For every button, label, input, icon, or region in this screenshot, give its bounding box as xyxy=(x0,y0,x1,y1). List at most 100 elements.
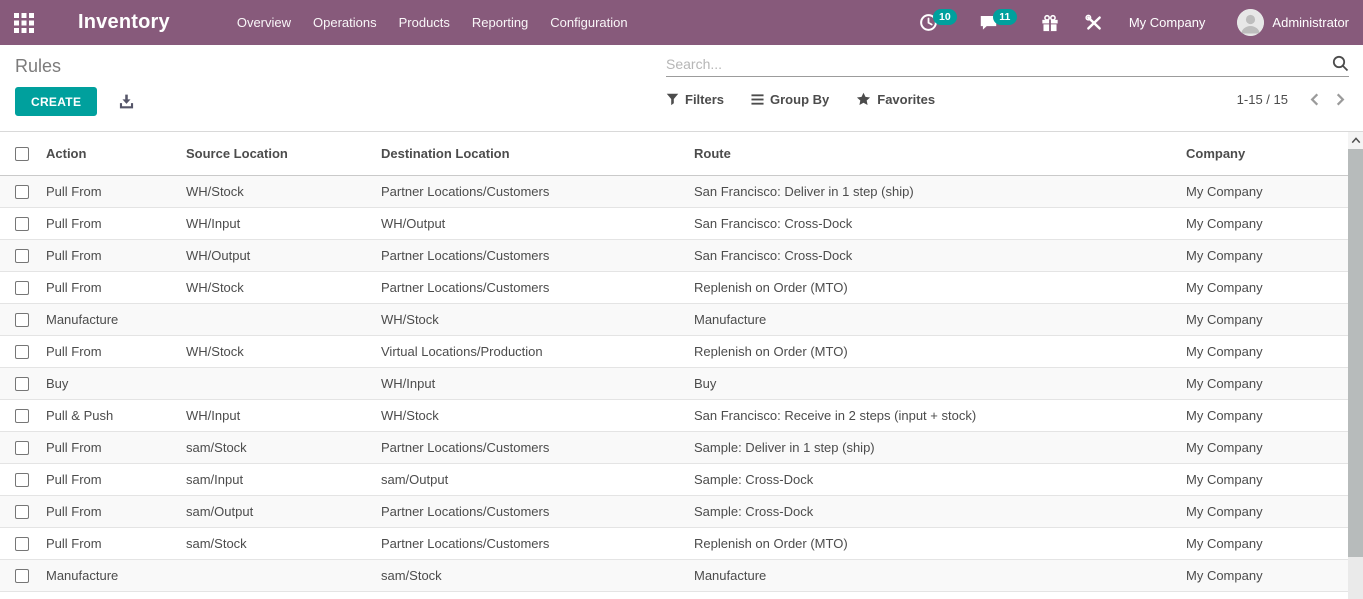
cell-source[interactable]: sam/Output xyxy=(180,495,375,527)
cell-source[interactable]: WH/Input xyxy=(180,207,375,239)
pager-previous-button[interactable] xyxy=(1306,90,1323,109)
table-row[interactable]: Pull From sam/Stock Partner Locations/Cu… xyxy=(0,527,1348,559)
cell-action[interactable]: Pull & Push xyxy=(40,399,180,431)
cell-action[interactable]: Pull From xyxy=(40,239,180,271)
cell-route[interactable]: Replenish on Order (MTO) xyxy=(688,335,1180,367)
cell-company[interactable]: My Company xyxy=(1180,335,1348,367)
row-checkbox[interactable] xyxy=(15,569,29,583)
cell-company[interactable]: My Company xyxy=(1180,207,1348,239)
messages-button[interactable]: 11 xyxy=(973,9,1023,36)
export-button[interactable] xyxy=(118,93,135,110)
favorites-button[interactable]: Favorites xyxy=(856,92,935,107)
cell-action[interactable]: Pull From xyxy=(40,527,180,559)
table-row[interactable]: Pull From WH/Stock Partner Locations/Cus… xyxy=(0,271,1348,303)
cell-source[interactable]: WH/Input xyxy=(180,399,375,431)
cell-destination[interactable]: Virtual Locations/Production xyxy=(375,335,688,367)
row-checkbox[interactable] xyxy=(15,473,29,487)
rewards-button[interactable] xyxy=(1033,10,1067,36)
cell-destination[interactable]: Partner Locations/Customers xyxy=(375,239,688,271)
cell-action[interactable]: Pull From xyxy=(40,175,180,207)
cell-action[interactable]: Pull From xyxy=(40,463,180,495)
cell-source[interactable] xyxy=(180,559,375,591)
row-checkbox[interactable] xyxy=(15,505,29,519)
cell-action[interactable]: Pull From xyxy=(40,207,180,239)
cell-action[interactable]: Pull From xyxy=(40,335,180,367)
cell-action[interactable]: Pull From xyxy=(40,271,180,303)
nav-item-products[interactable]: Products xyxy=(388,0,461,45)
cell-route[interactable]: Manufacture xyxy=(688,303,1180,335)
row-checkbox[interactable] xyxy=(15,249,29,263)
nav-item-reporting[interactable]: Reporting xyxy=(461,0,539,45)
cell-route[interactable]: San Francisco: Receive in 2 steps (input… xyxy=(688,399,1180,431)
tools-button[interactable] xyxy=(1077,10,1111,36)
cell-destination[interactable]: Partner Locations/Customers xyxy=(375,495,688,527)
table-row[interactable]: Pull From sam/Input sam/Output Sample: C… xyxy=(0,463,1348,495)
column-header-company[interactable]: Company xyxy=(1180,132,1348,175)
cell-destination[interactable]: sam/Output xyxy=(375,463,688,495)
cell-destination[interactable]: WH/Output xyxy=(375,207,688,239)
cell-route[interactable]: Buy xyxy=(688,367,1180,399)
table-row[interactable]: Pull From sam/Stock Partner Locations/Cu… xyxy=(0,431,1348,463)
row-checkbox[interactable] xyxy=(15,185,29,199)
cell-source[interactable]: sam/Input xyxy=(180,463,375,495)
cell-company[interactable]: My Company xyxy=(1180,303,1348,335)
nav-item-configuration[interactable]: Configuration xyxy=(539,0,638,45)
cell-source[interactable]: sam/Stock xyxy=(180,527,375,559)
cell-company[interactable]: My Company xyxy=(1180,527,1348,559)
table-row[interactable]: Pull From WH/Stock Virtual Locations/Pro… xyxy=(0,335,1348,367)
cell-company[interactable]: My Company xyxy=(1180,271,1348,303)
cell-source[interactable]: sam/Stock xyxy=(180,431,375,463)
cell-company[interactable]: My Company xyxy=(1180,239,1348,271)
cell-company[interactable]: My Company xyxy=(1180,367,1348,399)
row-checkbox[interactable] xyxy=(15,281,29,295)
cell-destination[interactable]: Partner Locations/Customers xyxy=(375,175,688,207)
cell-destination[interactable]: Partner Locations/Customers xyxy=(375,271,688,303)
cell-route[interactable]: San Francisco: Deliver in 1 step (ship) xyxy=(688,175,1180,207)
table-row[interactable]: Pull From WH/Input WH/Output San Francis… xyxy=(0,207,1348,239)
cell-route[interactable]: San Francisco: Cross-Dock xyxy=(688,207,1180,239)
vertical-scrollbar[interactable] xyxy=(1348,132,1363,599)
row-checkbox[interactable] xyxy=(15,409,29,423)
cell-company[interactable]: My Company xyxy=(1180,463,1348,495)
cell-company[interactable]: My Company xyxy=(1180,495,1348,527)
select-all-checkbox[interactable] xyxy=(15,147,29,161)
table-row[interactable]: Buy WH/Input Buy My Company xyxy=(0,367,1348,399)
row-checkbox[interactable] xyxy=(15,345,29,359)
company-switcher[interactable]: My Company xyxy=(1121,15,1214,30)
row-checkbox[interactable] xyxy=(15,441,29,455)
cell-route[interactable]: Sample: Deliver in 1 step (ship) xyxy=(688,431,1180,463)
cell-route[interactable]: San Francisco: Cross-Dock xyxy=(688,239,1180,271)
cell-source[interactable] xyxy=(180,367,375,399)
cell-destination[interactable]: sam/Stock xyxy=(375,559,688,591)
nav-item-operations[interactable]: Operations xyxy=(302,0,388,45)
cell-action[interactable]: Pull From xyxy=(40,495,180,527)
cell-route[interactable]: Sample: Cross-Dock xyxy=(688,463,1180,495)
cell-route[interactable]: Replenish on Order (MTO) xyxy=(688,527,1180,559)
cell-action[interactable]: Manufacture xyxy=(40,303,180,335)
cell-company[interactable]: My Company xyxy=(1180,431,1348,463)
create-button[interactable]: CREATE xyxy=(15,87,97,116)
row-checkbox[interactable] xyxy=(15,217,29,231)
user-menu[interactable]: Administrator xyxy=(1237,9,1349,36)
group-by-button[interactable]: Group By xyxy=(751,92,829,107)
cell-action[interactable]: Pull From xyxy=(40,431,180,463)
filters-button[interactable]: Filters xyxy=(666,92,724,107)
cell-company[interactable]: My Company xyxy=(1180,399,1348,431)
cell-destination[interactable]: Partner Locations/Customers xyxy=(375,527,688,559)
cell-destination[interactable]: WH/Stock xyxy=(375,303,688,335)
table-row[interactable]: Pull From WH/Stock Partner Locations/Cus… xyxy=(0,175,1348,207)
column-header-destination[interactable]: Destination Location xyxy=(375,132,688,175)
nav-item-overview[interactable]: Overview xyxy=(226,0,302,45)
column-header-route[interactable]: Route xyxy=(688,132,1180,175)
column-header-source[interactable]: Source Location xyxy=(180,132,375,175)
cell-source[interactable]: WH/Output xyxy=(180,239,375,271)
table-row[interactable]: Pull From WH/Output Partner Locations/Cu… xyxy=(0,239,1348,271)
cell-source[interactable]: WH/Stock xyxy=(180,271,375,303)
activities-button[interactable]: 10 xyxy=(913,9,963,36)
cell-source[interactable] xyxy=(180,303,375,335)
cell-destination[interactable]: Partner Locations/Customers xyxy=(375,431,688,463)
cell-company[interactable]: My Company xyxy=(1180,175,1348,207)
scrollbar-up-button[interactable] xyxy=(1348,132,1363,149)
scrollbar-thumb[interactable] xyxy=(1348,149,1363,557)
table-row[interactable]: Manufacture WH/Stock Manufacture My Comp… xyxy=(0,303,1348,335)
